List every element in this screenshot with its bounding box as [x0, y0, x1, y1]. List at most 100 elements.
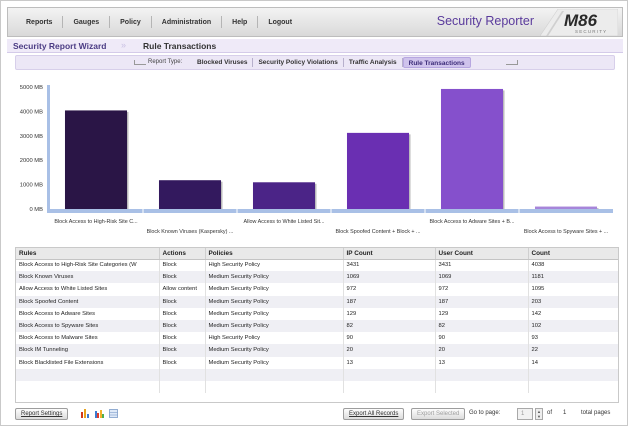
- tab-traffic-analysis[interactable]: Traffic Analysis: [344, 57, 402, 68]
- cell-rule: Block Access to Spyware Sites: [16, 319, 160, 333]
- cell-ip-count: 1069: [343, 271, 436, 284]
- empty-cell: [205, 368, 344, 381]
- x-tick-label: Block Access to Spyware Sites + ...: [524, 229, 608, 235]
- cell-rule: Block Blacklisted File Extensions: [16, 356, 160, 369]
- table-row[interactable]: Block IM Tunneling Block Medium Security P…: [16, 344, 618, 357]
- table-row[interactable]: Block Access to Malware Sites Block High S…: [16, 332, 618, 345]
- nav-logout[interactable]: Logout: [258, 19, 302, 26]
- empty-row: [16, 380, 618, 394]
- nav-gauges[interactable]: Gauges: [63, 19, 109, 26]
- cell-count: 93: [528, 332, 618, 345]
- table-row[interactable]: Block Spoofed Content Block Medium Securit…: [16, 295, 618, 308]
- cell-count: 203: [528, 295, 618, 308]
- main-nav: Reports Gauges Policy Administration Hel…: [16, 16, 302, 28]
- cell-ip-count: 3431: [343, 259, 436, 272]
- wizard-title: Security Report Wizard: [13, 41, 107, 51]
- grouped-chart-icon[interactable]: [95, 409, 104, 418]
- empty-cell: [159, 380, 206, 394]
- bar: [346, 132, 410, 209]
- cell-count: 4038: [528, 259, 618, 272]
- nav-reports[interactable]: Reports: [16, 19, 62, 26]
- table-row[interactable]: Block Known Viruses Block Medium Security …: [16, 271, 618, 284]
- bar: [252, 182, 316, 209]
- table-row[interactable]: Block Access to Adware Sites Block Medium …: [16, 307, 618, 320]
- cell-rule: Block IM Tunneling: [16, 344, 160, 357]
- column-header-ip-count[interactable]: IP Count: [343, 248, 436, 260]
- cell-user-count: 187: [435, 295, 529, 308]
- cell-ip-count: 82: [343, 319, 436, 333]
- tab-rule-transactions[interactable]: Rule Transactions: [402, 57, 471, 68]
- footer-toolbar: Report Settings Export All Records Expor…: [15, 407, 619, 423]
- export-selected-button[interactable]: Export Selected: [411, 408, 466, 420]
- cell-policy: Medium Security Policy: [205, 271, 344, 284]
- cell-count: 1095: [528, 283, 618, 296]
- cell-user-count: 13: [435, 356, 529, 369]
- cell-action: Block: [159, 271, 206, 284]
- empty-cell: [205, 380, 344, 394]
- column-header-policies[interactable]: Policies: [205, 248, 344, 260]
- x-tick-label: Block Known Viruses (Kaspersky) ...: [147, 229, 234, 235]
- cell-policy: Medium Security Policy: [205, 283, 344, 296]
- cell-policy: Medium Security Policy: [205, 295, 344, 308]
- table-row[interactable]: Block Blacklisted File Extensions Block Me…: [16, 356, 618, 369]
- empty-cell: [435, 380, 529, 394]
- cell-ip-count: 972: [343, 283, 436, 296]
- column-header-count[interactable]: Count: [528, 248, 618, 260]
- goto-page-label: Go to page:: [469, 410, 501, 416]
- cell-action: Allow content: [159, 283, 206, 296]
- table-row[interactable]: Allow Access to White Listed Sites Allow …: [16, 283, 618, 296]
- cell-action: Block: [159, 307, 206, 320]
- empty-cell: [528, 368, 618, 381]
- y-tick-label: 0 MB: [29, 207, 43, 213]
- cell-action: Block: [159, 356, 206, 369]
- cell-count: 1181: [528, 271, 618, 284]
- nav-help[interactable]: Help: [222, 19, 257, 26]
- app-title: Security Reporter: [436, 14, 534, 28]
- table-row[interactable]: Block Access to High-Risk Site Categorie…: [16, 259, 618, 272]
- table-row[interactable]: Block Access to Spyware Sites Block Medium…: [16, 319, 618, 333]
- bar-chart-icon[interactable]: [81, 409, 90, 418]
- cell-action: Block: [159, 295, 206, 308]
- column-header-actions[interactable]: Actions: [159, 248, 206, 260]
- cell-rule: Block Spoofed Content: [16, 295, 160, 308]
- y-axis-line: [47, 85, 50, 211]
- y-tick-label: 5000 MB: [20, 85, 43, 91]
- report-type-tabs: Blocked Viruses Security Policy Violatio…: [192, 57, 471, 68]
- bar-chart: 5000 MB 4000 MB 3000 MB 2000 MB 1000 MB 0 MB B…: [15, 75, 619, 245]
- x-tick-label: Block Access to Adware Sites + B...: [430, 219, 515, 225]
- empty-cell: [16, 368, 160, 381]
- tab-security-policy-violations[interactable]: Security Policy Violations: [253, 57, 342, 68]
- cell-user-count: 20: [435, 344, 529, 357]
- table-view-icon[interactable]: [109, 409, 118, 418]
- of-label: of: [547, 410, 553, 416]
- column-header-user-count[interactable]: User Count: [435, 248, 529, 260]
- x-axis-line: [47, 209, 613, 213]
- empty-cell: [159, 368, 206, 381]
- nav-policy[interactable]: Policy: [110, 19, 151, 26]
- report-settings-button[interactable]: Report Settings: [15, 408, 69, 420]
- cell-ip-count: 187: [343, 295, 436, 308]
- page-stepper[interactable]: ▲ ▼: [535, 408, 543, 420]
- cell-user-count: 972: [435, 283, 529, 296]
- y-tick-label: 4000 MB: [20, 109, 43, 115]
- nav-administration[interactable]: Administration: [152, 19, 221, 26]
- column-header-rules[interactable]: Rules: [16, 248, 160, 260]
- export-all-records-button[interactable]: Export All Records: [343, 408, 405, 420]
- cell-policy: Medium Security Policy: [205, 319, 344, 333]
- empty-cell: [16, 380, 160, 394]
- top-nav-bar: Reports Gauges Policy Administration Hel…: [7, 7, 623, 37]
- tab-blocked-viruses[interactable]: Blocked Viruses: [192, 57, 252, 68]
- cell-action: Block: [159, 319, 206, 333]
- cell-action: Block: [159, 344, 206, 357]
- cell-count: 102: [528, 319, 618, 333]
- empty-cell: [343, 380, 436, 394]
- cell-policy: High Security Policy: [205, 259, 344, 272]
- cell-ip-count: 13: [343, 356, 436, 369]
- logo-subtext: SECURITY: [575, 29, 607, 34]
- x-tick-label: Block Access to High-Risk Site C...: [54, 219, 137, 225]
- chart-svg: 5000 MB 4000 MB 3000 MB 2000 MB 1000 MB 0 MB B…: [20, 85, 613, 235]
- cell-rule: Block Access to High-Risk Site Categorie…: [16, 259, 160, 272]
- page-number-input[interactable]: 1: [517, 408, 533, 420]
- cell-count: 22: [528, 344, 618, 357]
- m86-logo: M86 SECURITY: [540, 9, 618, 36]
